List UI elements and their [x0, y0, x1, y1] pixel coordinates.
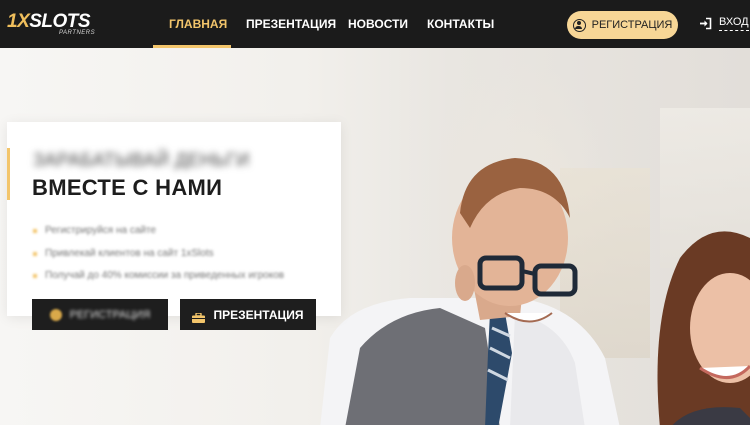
hero-woman-photo — [657, 231, 750, 425]
card-accent-bar — [7, 148, 10, 200]
list-item: Регистрируйся на сайте — [33, 220, 284, 243]
coin-icon — [49, 308, 62, 321]
logo-subtitle: PARTNERS — [59, 30, 96, 36]
login-label: ВХОД — [719, 16, 749, 31]
briefcase-icon — [192, 310, 206, 323]
header-register-label: РЕГИСТРАЦИЯ — [591, 19, 673, 31]
hero-subheading: ЗАРАБАТЫВАЙ ДЕНЬГИ — [33, 150, 250, 170]
list-item: Получай до 40% комиссии за приведенных и… — [33, 265, 284, 288]
list-item: Привлекай клиентов на сайт 1xSlots — [33, 243, 284, 266]
hero-presentation-label: ПРЕЗЕНТАЦИЯ — [213, 307, 304, 322]
nav-item-news[interactable]: НОВОСТИ — [348, 17, 408, 31]
hero-title: ВМЕСТЕ С НАМИ — [32, 175, 223, 200]
hero-section: ЗАРАБАТЫВАЙ ДЕНЬГИ ВМЕСТЕ С НАМИ Регистр… — [0, 48, 750, 425]
user-circle-icon — [572, 18, 586, 32]
benefits-list: Регистрируйся на сайте Привлекай клиенто… — [33, 220, 284, 288]
header-register-button[interactable]: РЕГИСТРАЦИЯ — [567, 11, 678, 39]
login-link[interactable]: ВХОД — [699, 16, 749, 31]
hero-presentation-button[interactable]: ПРЕЗЕНТАЦИЯ — [180, 299, 316, 330]
site-header: 1XSLOTS PARTNERS ГЛАВНАЯ ПРЕЗЕНТАЦИЯ НОВ… — [0, 0, 750, 48]
nav-item-home[interactable]: ГЛАВНАЯ — [169, 17, 227, 31]
nav-item-contacts[interactable]: КОНТАКТЫ — [427, 17, 494, 31]
logo[interactable]: 1XSLOTS PARTNERS — [7, 11, 99, 37]
hero-register-label: РЕГИСТРАЦИЯ — [69, 308, 151, 321]
hero-card: ЗАРАБАТЫВАЙ ДЕНЬГИ ВМЕСТЕ С НАМИ Регистр… — [7, 122, 341, 316]
nav-item-presentation[interactable]: ПРЕЗЕНТАЦИЯ — [246, 17, 336, 31]
hero-register-button[interactable]: РЕГИСТРАЦИЯ — [32, 299, 168, 330]
hero-man-photo — [320, 158, 620, 425]
sign-in-icon — [699, 17, 712, 30]
